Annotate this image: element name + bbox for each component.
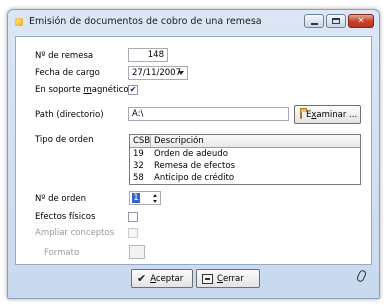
aceptar-label: Aceptar <box>150 273 184 284</box>
maximize-icon <box>332 18 340 24</box>
chevron-up-icon[interactable] <box>153 194 157 197</box>
examinar-label: Examinar ... <box>306 109 358 120</box>
minimize-button[interactable] <box>304 14 324 28</box>
ampliar-checkbox[interactable] <box>128 228 138 238</box>
window-controls: ✕ <box>304 14 374 28</box>
close-icon: ✕ <box>357 16 365 25</box>
chevron-down-icon[interactable] <box>153 200 157 203</box>
dialog-window: Emisión de documentos de cobro de una re… <box>7 9 380 299</box>
efectos-checkbox[interactable] <box>128 212 138 222</box>
table-cell: 58 <box>133 173 144 183</box>
column-header-csb[interactable]: CSB <box>130 135 151 147</box>
close-button[interactable]: ✕ <box>348 14 374 28</box>
folder-icon <box>300 108 307 119</box>
path-label: Path (directorio) <box>35 110 104 120</box>
table-cell: Anticipo de crédito <box>154 173 235 183</box>
table-cell: 19 <box>133 149 144 159</box>
table-cell: 32 <box>133 161 144 171</box>
ampliar-label: Ampliar conceptos <box>35 228 115 238</box>
formato-label: Formato <box>44 248 80 258</box>
remesa-label: Nº de remesa <box>35 51 94 61</box>
app-icon <box>15 18 23 26</box>
table-row[interactable]: 19 Orden de adeudo <box>130 148 360 160</box>
checkmark-icon: ✔ <box>137 272 147 285</box>
maximize-button[interactable] <box>326 14 346 28</box>
table-row[interactable]: 32 Remesa de efectos <box>130 160 360 172</box>
fecha-value: 27/11/2007 <box>132 68 181 78</box>
path-input[interactable]: A:\ <box>128 107 289 121</box>
cerrar-button[interactable]: Cerrar <box>196 269 260 288</box>
exit-icon <box>202 273 213 284</box>
orden-label: Nº de orden <box>35 194 86 204</box>
orden-stepper[interactable]: 1 <box>129 191 161 205</box>
window-title: Emisión de documentos de cobro de una re… <box>29 16 262 27</box>
form-panel: Nº de remesa 148 Fecha de cargo 27/11/20… <box>15 36 372 265</box>
minimize-icon <box>310 22 318 25</box>
column-header-descripcion[interactable]: Descripción <box>151 135 360 147</box>
table-cell: Remesa de efectos <box>154 161 236 171</box>
aceptar-button[interactable]: ✔ Aceptar <box>131 269 193 288</box>
table-header: CSB Descripción <box>130 135 360 148</box>
orden-value: 1 <box>132 193 140 203</box>
examinar-button[interactable]: Examinar ... <box>294 105 361 124</box>
fecha-label: Fecha de cargo <box>35 68 100 78</box>
table-row[interactable]: 58 Anticipo de crédito <box>130 172 360 184</box>
efectos-label: Efectos físicos <box>35 212 96 222</box>
chevron-down-icon <box>178 71 184 75</box>
tipo-label: Tipo de orden <box>35 135 94 145</box>
formato-field[interactable] <box>129 245 145 259</box>
soporte-checkbox[interactable]: ✔ <box>128 85 138 95</box>
fecha-dropdown[interactable]: 27/11/2007 <box>128 66 188 80</box>
soporte-label: En soporte magnético <box>35 85 129 95</box>
title-bar[interactable]: Emisión de documentos de cobro de una re… <box>8 10 379 36</box>
tipo-orden-table[interactable]: CSB Descripción 19 Orden de adeudo 32 Re… <box>129 134 361 185</box>
remesa-input[interactable]: 148 <box>128 48 168 62</box>
paperclip-icon[interactable] <box>355 269 368 283</box>
cerrar-label: Cerrar <box>217 273 244 284</box>
table-cell: Orden de adeudo <box>154 149 228 159</box>
